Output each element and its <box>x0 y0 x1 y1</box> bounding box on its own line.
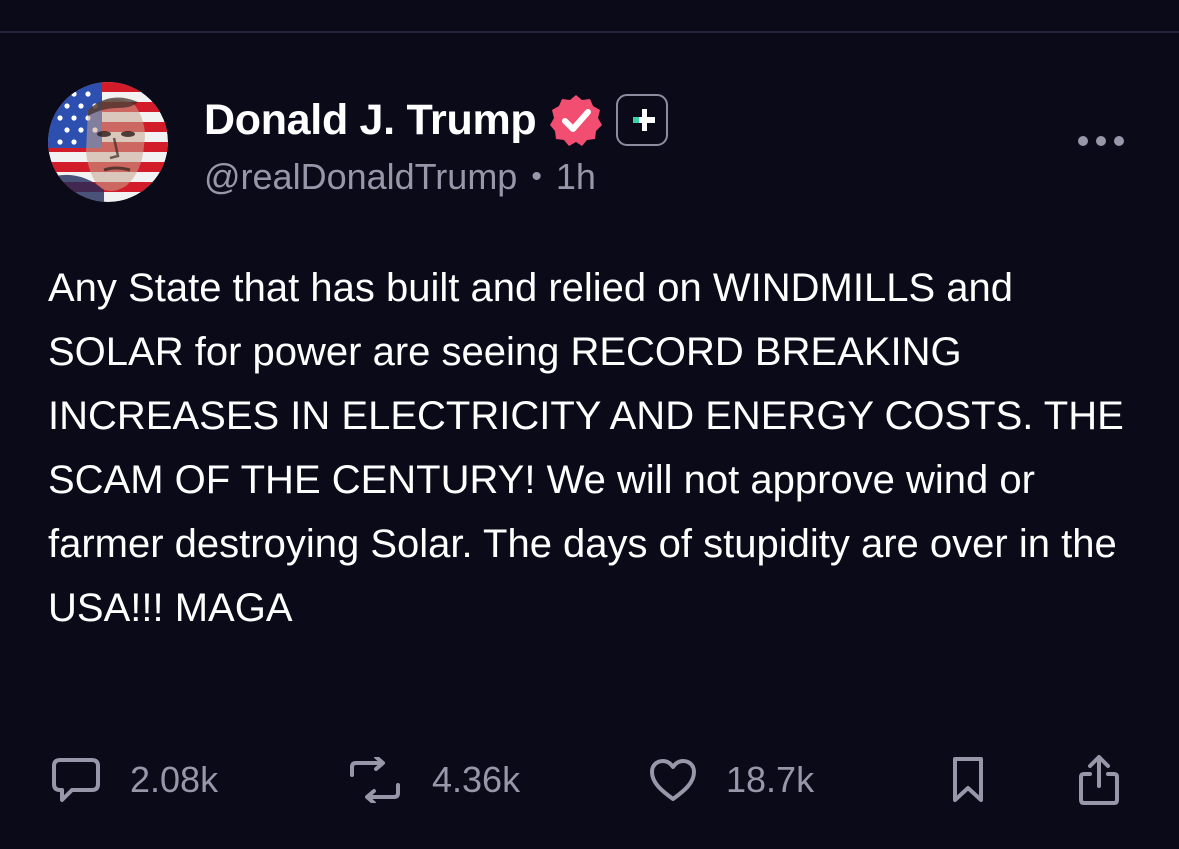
bookmark-icon <box>953 757 983 802</box>
verified-check-icon <box>550 95 603 146</box>
post-body: Any State that has built and relied on W… <box>48 256 1138 640</box>
more-options-button[interactable] <box>1074 126 1128 156</box>
repost-arrows-icon <box>350 757 400 803</box>
share-button[interactable] <box>1076 748 1122 812</box>
top-divider <box>0 31 1179 33</box>
separator-dot: • <box>531 160 542 193</box>
post-header: Donald J. Trump @realDonaldTrump • 1h <box>204 92 669 198</box>
name-row: Donald J. Trump <box>204 92 669 148</box>
avatar[interactable] <box>48 82 168 202</box>
plus-badge-icon <box>616 94 669 146</box>
repost-count: 4.36k <box>432 759 521 800</box>
reply-count: 2.08k <box>130 759 219 800</box>
repost-button[interactable]: 4.36k <box>346 748 520 812</box>
reply-button[interactable]: 2.08k <box>50 748 218 812</box>
ellipsis-icon <box>1078 136 1124 146</box>
post-text: Any State that has built and relied on W… <box>48 266 1124 630</box>
like-count: 18.7k <box>726 759 815 800</box>
heart-icon <box>650 759 696 801</box>
author-handle[interactable]: @realDonaldTrump <box>204 156 517 198</box>
speech-bubble-icon <box>52 758 100 802</box>
post-timestamp[interactable]: 1h <box>556 156 596 198</box>
action-bar: 2.08k 4.36k 18.7k <box>0 748 1179 812</box>
share-icon <box>1079 755 1119 805</box>
handle-row: @realDonaldTrump • 1h <box>204 156 668 198</box>
author-display-name[interactable]: Donald J. Trump <box>204 96 537 145</box>
post-screen: Donald J. Trump @realDonaldTrump • 1h An… <box>0 0 1179 849</box>
like-button[interactable]: 18.7k <box>648 748 814 812</box>
bookmark-button[interactable] <box>948 748 988 812</box>
